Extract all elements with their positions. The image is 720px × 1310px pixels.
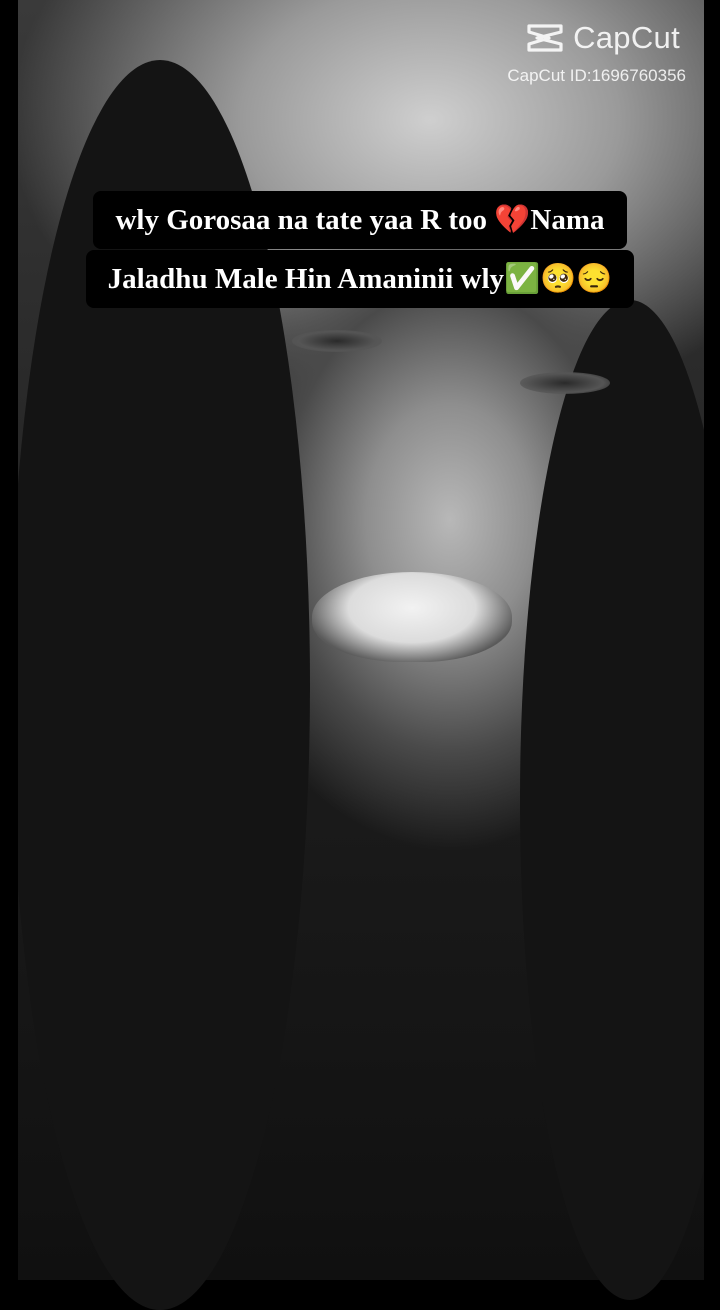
eye-left [292,330,382,352]
capcut-logo-icon [527,24,563,52]
caption-text-1: wly Gorosaa na tate yaa R too 💔Nama [93,191,627,249]
caption-line-2: Jaladhu Male Hin Amaninii wly✅🥺😔 [0,250,720,308]
mouth [312,572,512,662]
eye-right [520,372,610,394]
caption-line-1: wly Gorosaa na tate yaa R too 💔Nama [0,191,720,249]
capcut-brand-name: CapCut [573,20,680,55]
caption-text-2: Jaladhu Male Hin Amaninii wly✅🥺😔 [85,250,635,308]
capcut-id: CapCut ID:1696760356 [507,66,686,85]
capcut-watermark: CapCut [523,20,680,56]
hair-right [520,300,720,1300]
